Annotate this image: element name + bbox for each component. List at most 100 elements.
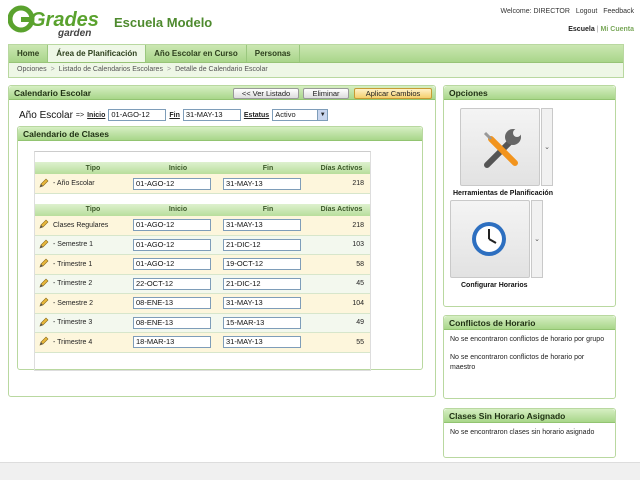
row-end-input[interactable]: 31-MAY-13 <box>223 297 301 310</box>
table-row: - Trimestre 1 01-AGO-12 19-OCT-12 58 <box>35 254 370 275</box>
school-year-label: Año Escolar <box>19 109 73 121</box>
calendar-panel: Calendario Escolar << Ver Listado Elimin… <box>8 85 436 397</box>
status-label: Estatus <box>243 111 270 119</box>
account-switcher: Escuela | Mi Cuenta <box>568 26 634 33</box>
main-navigation: Home Área de Planificación Año Escolar e… <box>8 44 624 78</box>
row-start-input[interactable]: 01-AGO-12 <box>133 177 211 190</box>
delete-button[interactable]: Eliminar <box>303 88 349 99</box>
school-link[interactable]: Escuela <box>568 26 594 33</box>
row-end-input[interactable]: 15-MAR-13 <box>223 316 301 329</box>
row-start-input[interactable]: 01-AGO-12 <box>133 258 211 271</box>
tab-home[interactable]: Home <box>9 45 49 62</box>
header-start: Inicio <box>133 162 223 174</box>
row-days: 55 <box>313 332 370 353</box>
status-bar <box>0 462 640 480</box>
row-end-input[interactable]: 21-DIC-12 <box>223 238 301 251</box>
tab-people[interactable]: Personas <box>247 45 300 62</box>
header-days: Días Activos <box>313 203 370 216</box>
row-start-input[interactable]: 08-ENE-13 <box>133 316 211 329</box>
tab-bar: Home Área de Planificación Año Escolar e… <box>9 45 623 63</box>
school-name: Escuela Modelo <box>114 15 213 30</box>
apply-changes-button[interactable]: Aplicar Cambios <box>354 88 432 99</box>
clock-icon <box>472 222 506 256</box>
tab-current-school-year[interactable]: Año Escolar en Curso <box>146 45 247 62</box>
row-days: 49 <box>313 313 370 333</box>
pencil-icon[interactable] <box>39 317 49 327</box>
conflicts-group-msg: No se encontraron conflictos de horario … <box>450 336 605 343</box>
table-row: - Trimestre 2 22-OCT-12 21-DIC-12 45 <box>35 274 370 294</box>
pencil-icon[interactable] <box>39 178 49 188</box>
logout-link[interactable]: Logout <box>576 8 597 15</box>
arrow-text: => <box>75 111 85 119</box>
row-end-input[interactable]: 31-MAY-13 <box>223 336 301 349</box>
row-start-input[interactable]: 01-AGO-12 <box>133 238 211 251</box>
view-list-button[interactable]: << Ver Listado <box>233 88 299 99</box>
unassigned-panel: Clases Sin Horario Asignado No se encont… <box>443 408 616 458</box>
status-value: Activo <box>275 110 296 119</box>
pencil-icon[interactable] <box>39 336 49 346</box>
row-type: - Trimestre 3 <box>53 313 133 333</box>
pencil-icon[interactable] <box>39 278 49 288</box>
row-type: - Trimestre 2 <box>53 274 133 294</box>
row-days: 218 <box>313 174 370 194</box>
configure-schedules-button[interactable] <box>450 200 530 278</box>
planning-tools-label: Herramientas de Planificación <box>453 190 553 197</box>
row-type: - Semestre 1 <box>53 235 133 255</box>
row-start-input[interactable]: 08-ENE-13 <box>133 297 211 310</box>
my-account-link[interactable]: Mi Cuenta <box>601 26 634 33</box>
chevron-down-icon: ⌄ <box>544 144 550 151</box>
gradesgarden-logo[interactable]: Grades garden <box>7 4 104 39</box>
row-end-input[interactable]: 31-MAY-13 <box>223 177 301 190</box>
year-start-input[interactable]: 01-AGO-12 <box>108 109 167 121</box>
class-calendar-panel: Calendario de Clases Tipo Inicio Fin Día… <box>17 126 423 371</box>
breadcrumb-calendar-detail: Detalle de Calendario Escolar <box>175 66 268 73</box>
planning-tools-button[interactable] <box>460 108 540 186</box>
row-type: Clases Regulares <box>53 215 133 236</box>
row-type: - Semestre 2 <box>53 293 133 314</box>
row-days: 45 <box>313 274 370 294</box>
tab-planning-area[interactable]: Área de Planificación <box>48 45 147 62</box>
breadcrumb-options[interactable]: Opciones <box>17 66 47 73</box>
class-calendar-table: Tipo Inicio Fin Días Activos - Año Escol… <box>35 152 370 353</box>
row-end-input[interactable]: 19-OCT-12 <box>223 258 301 271</box>
table-row: - Trimestre 4 18-MAR-13 31-MAY-13 55 <box>35 332 370 353</box>
planning-tools-dropdown[interactable]: ⌄ <box>541 108 553 186</box>
wrench-screwdriver-icon <box>483 129 521 168</box>
row-start-input[interactable]: 18-MAR-13 <box>133 336 211 349</box>
pencil-icon[interactable] <box>39 219 49 229</box>
table-header: Tipo Inicio Fin Días Activos <box>35 203 370 216</box>
header-type: Tipo <box>53 203 133 216</box>
conflicts-title: Conflictos de Horario <box>444 316 615 330</box>
table-row: - Trimestre 3 08-ENE-13 15-MAR-13 49 <box>35 313 370 333</box>
header-end: Fin <box>223 203 313 216</box>
chevron-down-icon[interactable]: ▼ <box>317 110 328 120</box>
class-calendar-table-wrap: Tipo Inicio Fin Días Activos - Año Escol… <box>34 151 371 371</box>
configure-schedules-dropdown[interactable]: ⌄ <box>531 200 543 278</box>
row-start-input[interactable]: 01-AGO-12 <box>133 219 211 231</box>
header-start: Inicio <box>133 203 223 216</box>
row-days: 104 <box>313 293 370 314</box>
table-row: - Semestre 2 08-ENE-13 31-MAY-13 104 <box>35 293 370 314</box>
unassigned-msg: No se encontraron clases sin horario asi… <box>450 429 595 436</box>
row-end-input[interactable]: 31-MAY-13 <box>223 219 301 231</box>
conflicts-panel: Conflictos de Horario No se encontraron … <box>443 315 616 399</box>
breadcrumb: Opciones > Listado de Calendarios Escolare… <box>9 63 623 77</box>
header-end: Fin <box>223 162 313 174</box>
header-days: Días Activos <box>313 162 370 174</box>
options-title: Opciones <box>444 86 615 100</box>
row-type: - Año Escolar <box>53 174 133 194</box>
table-header: Tipo Inicio Fin Días Activos <box>35 162 370 174</box>
pencil-icon[interactable] <box>39 239 49 249</box>
pencil-icon[interactable] <box>39 258 49 268</box>
table-row: - Año Escolar 01-AGO-12 31-MAY-13 218 <box>35 174 370 194</box>
status-select[interactable]: Activo ▼ <box>272 109 329 121</box>
year-end-input[interactable]: 31-MAY-13 <box>182 109 241 121</box>
feedback-link[interactable]: Feedback <box>603 8 634 15</box>
header-type: Tipo <box>53 162 133 174</box>
pencil-icon[interactable] <box>39 297 49 307</box>
configure-schedules-label: Configurar Horarios <box>461 282 528 289</box>
breadcrumb-calendar-list[interactable]: Listado de Calendarios Escolares <box>59 66 163 73</box>
welcome-text: Welcome: DIRECTOR <box>500 8 570 15</box>
row-start-input[interactable]: 22-OCT-12 <box>133 277 211 290</box>
row-end-input[interactable]: 21-DIC-12 <box>223 277 301 290</box>
